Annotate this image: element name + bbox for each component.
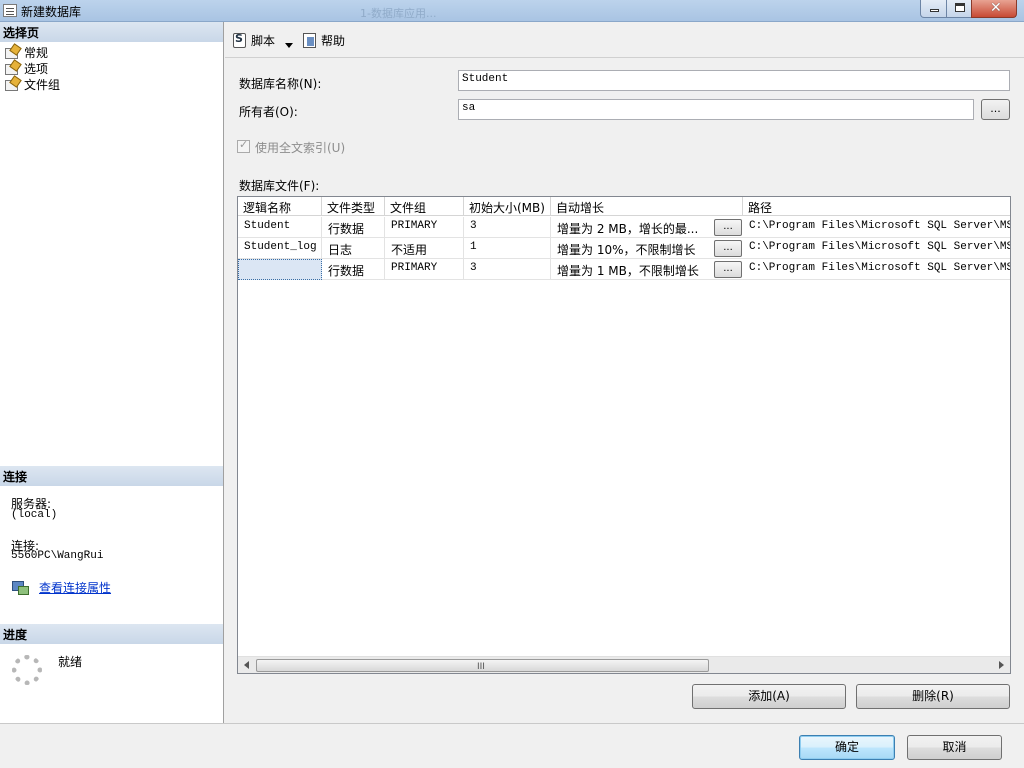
toolbar-divider	[225, 57, 1024, 58]
minimize-button[interactable]	[920, 0, 947, 18]
autogrowth-edit-button[interactable]: ...	[714, 219, 742, 236]
help-icon	[301, 32, 317, 48]
script-dropdown-button[interactable]	[285, 36, 293, 54]
dialog-footer: 确定 取消	[0, 723, 1024, 768]
table-row[interactable]: Student_log 日志 不适用 1 增量为 10%，不限制增长 ... C…	[238, 238, 1010, 259]
scrollbar-grip: III	[477, 662, 485, 672]
cell-autogrowth: 增量为 2 MB，增长的最...	[557, 222, 699, 236]
cell-logical-name[interactable]: Student_log	[238, 238, 322, 259]
database-window-icon	[3, 4, 17, 17]
scroll-right-icon[interactable]	[999, 661, 1004, 669]
cell-autogrowth: 增量为 10%，不限制增长	[557, 243, 696, 257]
maximize-button[interactable]	[946, 0, 972, 18]
owner-browse-button[interactable]: ...	[981, 99, 1010, 120]
column-header-initial-size[interactable]: 初始大小(MB)	[464, 197, 551, 216]
cancel-button[interactable]: 取消	[907, 735, 1002, 760]
ok-button[interactable]: 确定	[799, 735, 895, 760]
minimize-icon	[930, 9, 939, 12]
database-name-label: 数据库名称(N):	[239, 77, 322, 91]
scroll-left-icon[interactable]	[244, 661, 249, 669]
column-header-autogrowth[interactable]: 自动增长	[551, 197, 743, 216]
cell-filegroup[interactable]: PRIMARY	[385, 259, 464, 280]
horizontal-scrollbar[interactable]: III	[238, 656, 1010, 673]
cell-path[interactable]: C:\Program Files\Microsoft SQL Server\MS…	[743, 259, 1010, 280]
page-label: 选项	[24, 61, 49, 76]
script-button[interactable]: 脚本	[231, 31, 275, 49]
page-item-options[interactable]: 选项	[4, 60, 48, 76]
right-panel: 脚本 帮助 数据库名称(N): Student 所有者(O): sa ... 使…	[225, 22, 1024, 723]
cell-logical-name[interactable]: Student	[238, 217, 322, 238]
progress-spinner-icon	[12, 655, 42, 685]
database-files-label: 数据库文件(F):	[239, 179, 320, 193]
column-header-logical-name[interactable]: 逻辑名称	[238, 197, 322, 216]
autogrowth-edit-button[interactable]: ...	[714, 240, 742, 257]
cell-filegroup[interactable]: PRIMARY	[385, 217, 464, 238]
page-item-filegroups[interactable]: 文件组	[4, 76, 60, 92]
fulltext-index-label: 使用全文索引(U)	[255, 141, 346, 155]
page-icon	[4, 45, 20, 59]
cell-initial-size[interactable]: 3	[464, 259, 551, 280]
cell-autogrowth: 增量为 1 MB，不限制增长	[557, 264, 699, 278]
page-label: 文件组	[24, 77, 61, 92]
progress-header: 进度	[0, 624, 223, 644]
cell-file-type[interactable]: 行数据	[322, 259, 385, 280]
database-files-grid[interactable]: 逻辑名称 文件类型 文件组 初始大小(MB) 自动增长 路径 Student 行…	[237, 196, 1011, 674]
toolbar: 脚本 帮助	[225, 22, 1024, 56]
cell-file-type[interactable]: 日志	[322, 238, 385, 259]
maximize-icon	[955, 3, 965, 12]
remove-button[interactable]: 删除(R)	[856, 684, 1010, 709]
table-row[interactable]: Student 行数据 PRIMARY 3 增量为 2 MB，增长的最... .…	[238, 217, 1010, 238]
cell-filegroup[interactable]: 不适用	[385, 238, 464, 259]
grid-header: 逻辑名称 文件类型 文件组 初始大小(MB) 自动增长 路径	[238, 197, 1010, 216]
cell-path[interactable]: C:\Program Files\Microsoft SQL Server\MS…	[743, 217, 1010, 238]
page-icon	[4, 61, 20, 75]
close-button[interactable]: ✕	[971, 0, 1017, 18]
left-panel: 选择页 常规 选项 文件组 连接 服务器: (local) 连接: 5560PC…	[0, 22, 224, 723]
column-header-filegroup[interactable]: 文件组	[385, 197, 464, 216]
cell-initial-size[interactable]: 3	[464, 217, 551, 238]
cell-file-type[interactable]: 行数据	[322, 217, 385, 238]
table-row[interactable]: 行数据 PRIMARY 3 增量为 1 MB，不限制增长 ... C:\Prog…	[238, 259, 1010, 280]
column-header-path[interactable]: 路径	[743, 197, 1010, 216]
connection-value: 5560PC\WangRui	[11, 550, 104, 562]
help-label: 帮助	[321, 33, 346, 48]
scrollbar-thumb[interactable]: III	[256, 659, 709, 672]
page-icon	[4, 77, 20, 91]
page-item-general[interactable]: 常规	[4, 44, 48, 60]
connection-header: 连接	[0, 466, 223, 486]
connection-properties-icon	[12, 580, 29, 595]
view-connection-properties-link[interactable]: 查看连接属性	[39, 579, 111, 596]
database-name-input[interactable]: Student	[458, 70, 1010, 91]
column-header-file-type[interactable]: 文件类型	[322, 197, 385, 216]
script-icon	[231, 32, 247, 48]
background-window-title: 1-数据库应用...	[360, 7, 437, 20]
owner-label: 所有者(O):	[239, 105, 298, 119]
close-icon: ✕	[990, 0, 1002, 16]
fulltext-index-checkbox[interactable]	[237, 138, 250, 153]
add-button[interactable]: 添加(A)	[692, 684, 846, 709]
cell-path[interactable]: C:\Program Files\Microsoft SQL Server\MS…	[743, 238, 1010, 259]
cell-initial-size[interactable]: 1	[464, 238, 551, 259]
owner-input[interactable]: sa	[458, 99, 974, 120]
autogrowth-edit-button[interactable]: ...	[714, 261, 742, 278]
select-page-header: 选择页	[0, 22, 223, 42]
title-bar: 新建数据库 1-数据库应用... ✕	[0, 0, 1024, 22]
server-value: (local)	[11, 509, 58, 521]
cell-logical-name-editing[interactable]	[238, 259, 322, 280]
window-title: 新建数据库	[21, 5, 82, 19]
progress-status: 就绪	[58, 655, 83, 669]
chevron-down-icon	[285, 42, 293, 48]
script-label: 脚本	[251, 33, 276, 48]
help-button[interactable]: 帮助	[301, 31, 345, 49]
page-label: 常规	[24, 45, 49, 60]
